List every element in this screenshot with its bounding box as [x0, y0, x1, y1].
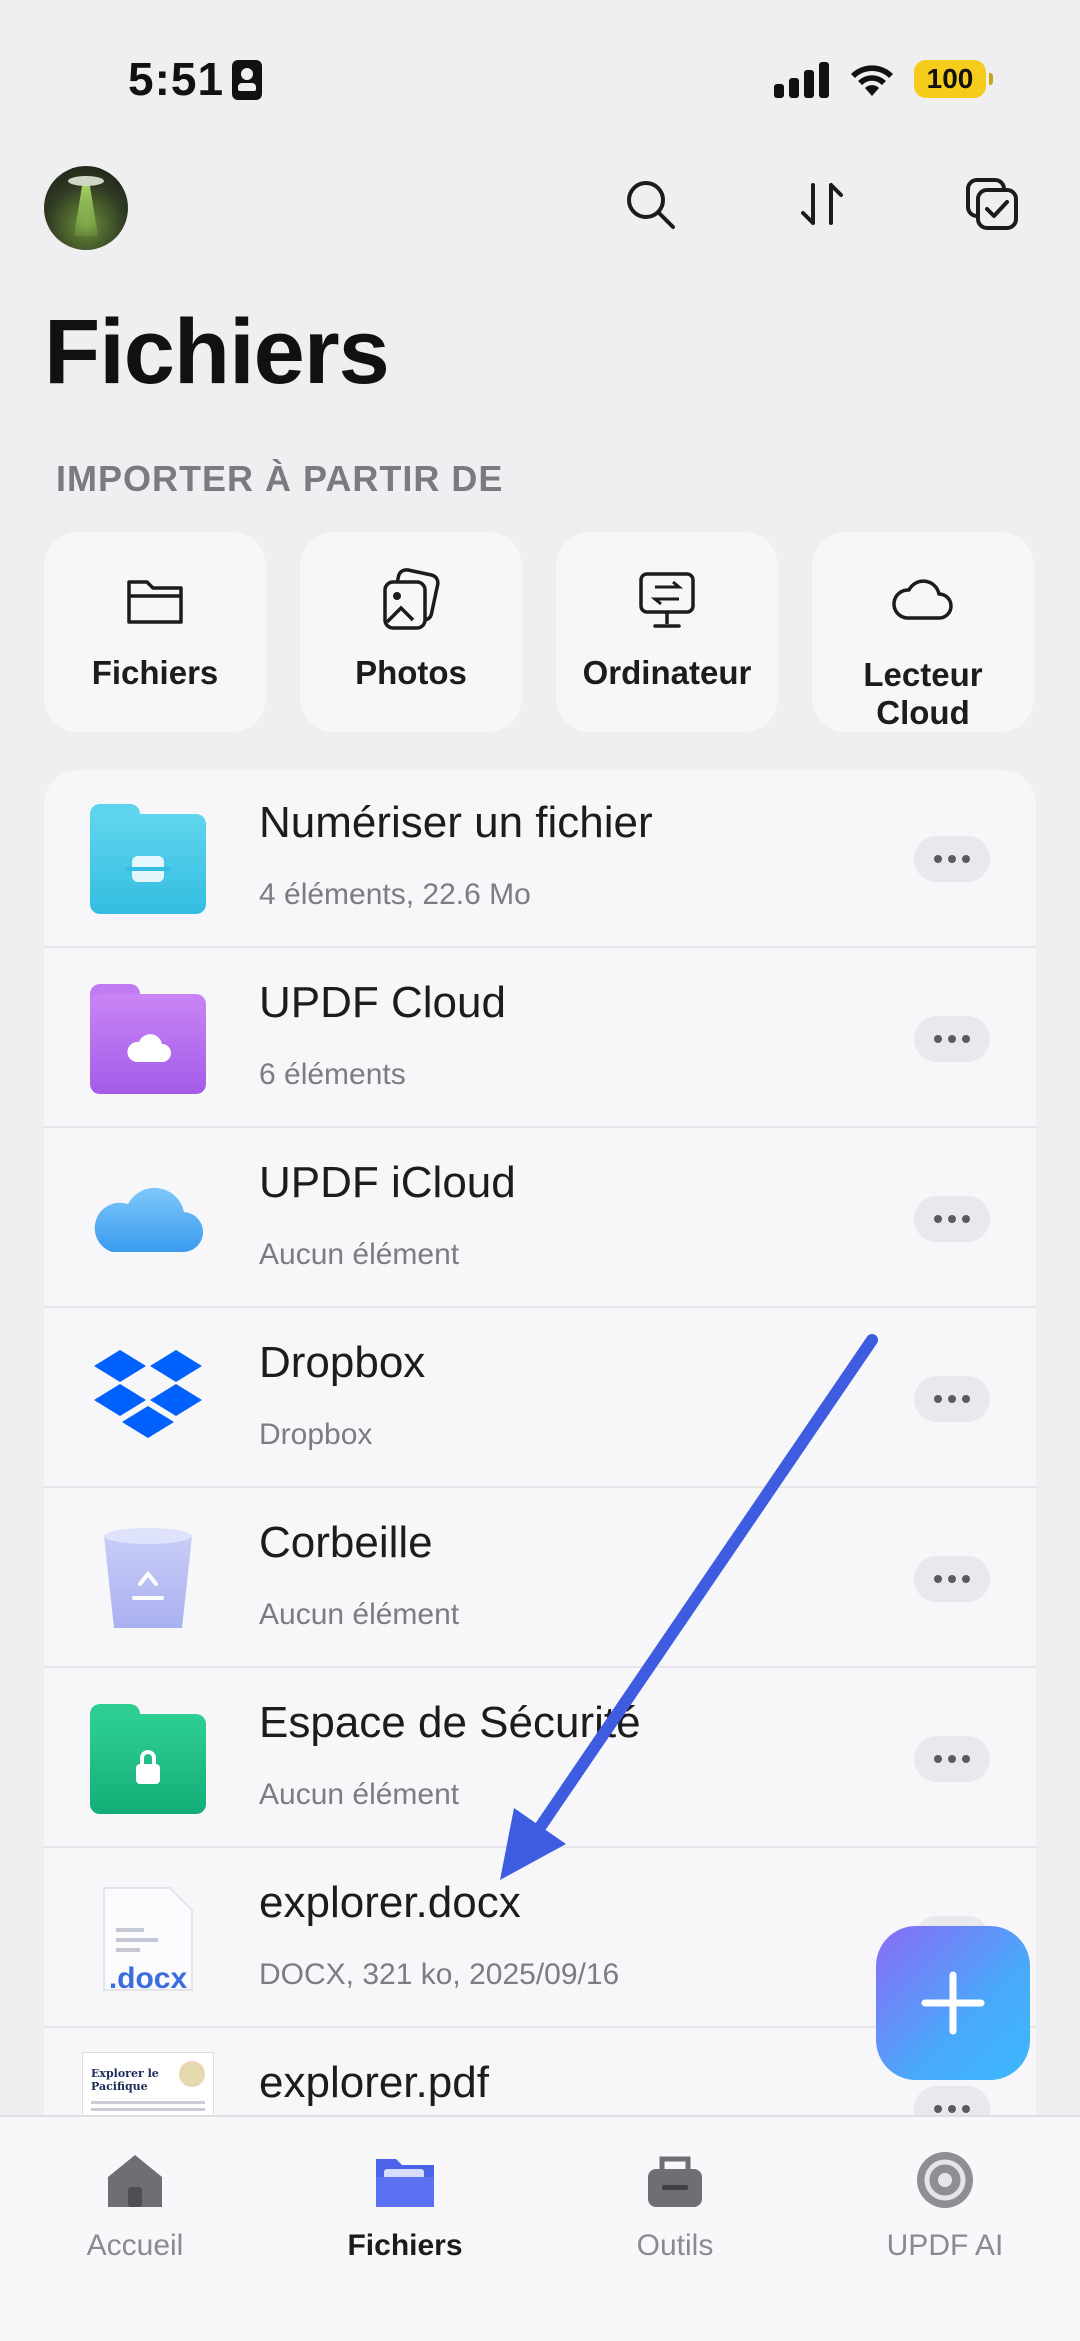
tab-label: UPDF AI — [886, 2229, 1004, 2262]
page-title: Fichiers — [44, 301, 390, 403]
more-options-button[interactable] — [914, 1736, 990, 1782]
dropbox-icon — [94, 1350, 202, 1438]
file-name: explorer.docx — [259, 1878, 521, 1927]
icloud-icon — [94, 1187, 204, 1253]
wifi-icon — [851, 65, 893, 96]
status-bar: 5:51 100 — [0, 0, 1080, 150]
docx-badge: .docx — [108, 1962, 188, 1995]
file-name: UPDF Cloud — [259, 978, 506, 1027]
tab-updf-ai[interactable]: UPDF AI — [810, 2117, 1080, 2341]
file-name: Dropbox — [259, 1338, 426, 1387]
more-options-button[interactable] — [914, 2086, 990, 2115]
import-photos-button[interactable]: Photos — [300, 532, 522, 732]
tab-label: Accueil — [86, 2229, 184, 2262]
tab-fichiers[interactable]: Fichiers — [270, 2117, 540, 2341]
more-options-button[interactable] — [914, 1196, 990, 1242]
file-name: explorer.pdf — [259, 2058, 489, 2107]
security-folder-icon — [90, 1704, 206, 1814]
plus-icon — [921, 1971, 985, 2035]
sort-icon[interactable] — [790, 172, 854, 236]
import-files-label: Fichiers — [91, 654, 219, 691]
list-item[interactable]: Dropbox Dropbox — [44, 1310, 1036, 1488]
file-meta: 4 éléments, 22.6 Mo — [259, 878, 531, 911]
more-options-button[interactable] — [914, 1556, 990, 1602]
file-list: Numériser un fichier 4 éléments, 22.6 Mo… — [44, 770, 1036, 2115]
list-item[interactable]: UPDF Cloud 6 éléments — [44, 950, 1036, 1128]
file-meta: 6 éléments — [259, 1058, 406, 1091]
file-meta: DOCX, 321 ko, 2025/09/16 — [259, 1958, 620, 1991]
battery-indicator: 100 — [914, 60, 993, 98]
search-icon[interactable] — [618, 172, 682, 236]
select-icon[interactable] — [960, 172, 1024, 236]
contact-card-icon — [232, 60, 262, 100]
more-options-button[interactable] — [914, 1016, 990, 1062]
updf-cloud-folder-icon — [90, 984, 206, 1094]
file-name: Espace de Sécurité — [259, 1698, 641, 1747]
file-meta: Aucun élément — [259, 1778, 460, 1811]
import-sources: Fichiers Photos Ordinateur Lecteur Cloud — [44, 532, 1036, 732]
trash-icon — [104, 1528, 192, 1628]
import-photos-label: Photos — [355, 654, 467, 691]
ai-icon — [917, 2152, 973, 2208]
import-computer-label: Ordinateur — [582, 654, 752, 691]
status-time: 5:51 — [128, 53, 225, 105]
tab-label: Fichiers — [347, 2229, 463, 2262]
cloud-icon — [892, 579, 953, 620]
scan-folder-icon — [90, 804, 206, 914]
add-button[interactable] — [876, 1926, 1030, 2080]
file-meta: Dropbox — [259, 1418, 373, 1451]
folder-icon — [127, 580, 183, 624]
list-item[interactable]: UPDF iCloud Aucun élément — [44, 1130, 1036, 1308]
home-icon — [108, 2155, 162, 2207]
file-meta: Aucun élément — [259, 1238, 460, 1271]
tab-outils[interactable]: Outils — [540, 2117, 810, 2341]
photos-icon — [383, 568, 440, 630]
more-options-button[interactable] — [914, 836, 990, 882]
files-tab-icon — [376, 2159, 434, 2207]
file-name: Numériser un fichier — [259, 798, 653, 847]
import-cloud-button[interactable]: Lecteur Cloud — [812, 532, 1034, 732]
tab-accueil[interactable]: Accueil — [0, 2117, 270, 2341]
pdf-thumbnail-icon: Explorer le Pacifique — [82, 2052, 214, 2115]
list-item[interactable]: Corbeille Aucun élément — [44, 1490, 1036, 1668]
file-name: UPDF iCloud — [259, 1158, 516, 1207]
list-item[interactable]: Espace de Sécurité Aucun élément — [44, 1670, 1036, 1848]
import-files-button[interactable]: Fichiers — [44, 532, 266, 732]
import-cloud-label: Lecteur Cloud — [863, 656, 983, 731]
more-options-button[interactable] — [914, 1376, 990, 1422]
tab-label: Outils — [636, 2229, 714, 2262]
cellular-signal-icon — [774, 60, 830, 98]
list-item[interactable]: Numériser un fichier 4 éléments, 22.6 Mo — [44, 770, 1036, 948]
tools-icon — [648, 2156, 702, 2207]
computer-transfer-icon — [639, 572, 695, 628]
tab-bar: Accueil Fichiers Outils UPDF AI — [0, 2115, 1080, 2341]
file-name: Corbeille — [259, 1518, 433, 1567]
docx-file-icon: .docx — [90, 1884, 206, 1995]
import-section-label: IMPORTER À PARTIR DE — [56, 458, 504, 499]
avatar[interactable] — [44, 166, 128, 250]
import-computer-button[interactable]: Ordinateur — [556, 532, 778, 732]
file-meta: Aucun élément — [259, 1598, 460, 1631]
